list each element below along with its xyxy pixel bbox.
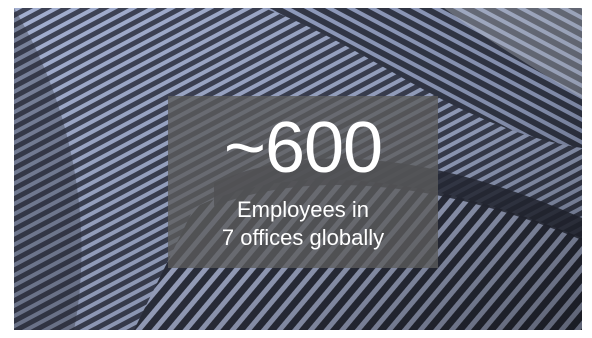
employee-stat-caption: Employees in 7 offices globally <box>168 196 438 252</box>
employee-count: ~600 <box>223 108 383 188</box>
caption-line-1: Employees in <box>236 197 370 222</box>
employee-stat-card: ~600 Employees in 7 offices globally <box>168 96 438 268</box>
hero-panel: ~600 Employees in 7 offices globally <box>14 8 582 330</box>
caption-line-2: 7 offices globally <box>221 225 385 250</box>
